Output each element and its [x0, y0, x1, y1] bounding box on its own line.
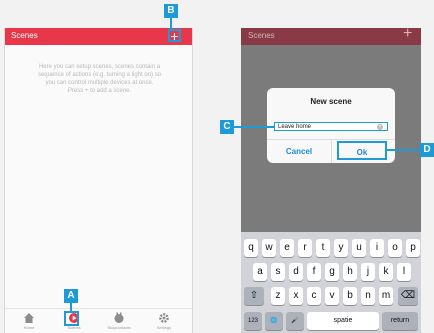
numbers-key[interactable]: 123: [244, 312, 262, 330]
key-f[interactable]: f: [307, 263, 321, 281]
key-y[interactable]: y: [334, 239, 348, 257]
add-scene-button[interactable]: +: [168, 28, 181, 44]
space-key[interactable]: spatie: [307, 312, 379, 330]
new-scene-dialog: New scene Leave home × Cancel Ok: [267, 88, 395, 163]
key-r[interactable]: r: [298, 239, 312, 257]
key-k[interactable]: k: [379, 263, 393, 281]
backspace-key[interactable]: ⌫: [398, 287, 418, 305]
clear-icon[interactable]: ×: [377, 124, 383, 130]
globe-icon[interactable]: 🌐: [265, 312, 283, 330]
page-title: Scenes: [248, 31, 275, 40]
key-v[interactable]: v: [325, 287, 339, 305]
scenes-tab-highlight: [64, 311, 79, 326]
plus-icon: +: [170, 28, 179, 44]
scenes-screen: Scenes + Here you can setup scenes, scen…: [4, 28, 193, 333]
callout-a: A: [64, 289, 78, 303]
key-q[interactable]: q: [244, 239, 258, 257]
tab-label: Settings: [156, 325, 172, 330]
keyboard: q w e r t y u i o p a s d f g h j k l ⇧ …: [241, 232, 421, 333]
new-scene-screen: Scenes + New scene Leave home × Cancel O…: [241, 28, 421, 333]
tab-stopcontacts[interactable]: Stopcontacts: [101, 312, 137, 330]
key-i[interactable]: i: [370, 239, 384, 257]
key-w[interactable]: w: [262, 239, 276, 257]
callout-c: C: [220, 120, 234, 134]
shift-key[interactable]: ⇧: [244, 287, 264, 305]
microphone-icon[interactable]: 🎤: [286, 312, 304, 330]
key-t[interactable]: t: [316, 239, 330, 257]
callout-c-line: [234, 126, 275, 128]
key-c[interactable]: c: [307, 287, 321, 305]
key-b[interactable]: b: [343, 287, 357, 305]
key-o[interactable]: o: [388, 239, 402, 257]
plus-icon[interactable]: +: [403, 28, 412, 43]
tab-settings[interactable]: Settings: [146, 312, 182, 330]
key-e[interactable]: e: [280, 239, 294, 257]
dialog-title: New scene: [310, 97, 352, 106]
key-d[interactable]: d: [289, 263, 303, 281]
return-key[interactable]: return: [382, 312, 418, 330]
input-value: Leave home: [278, 124, 312, 130]
key-j[interactable]: j: [361, 263, 375, 281]
key-s[interactable]: s: [271, 263, 285, 281]
callout-d: D: [420, 143, 434, 157]
key-z[interactable]: z: [271, 287, 285, 305]
key-n[interactable]: n: [361, 287, 375, 305]
divider: [331, 139, 332, 163]
home-icon: [24, 313, 34, 323]
key-x[interactable]: x: [289, 287, 303, 305]
scene-name-input[interactable]: Leave home ×: [274, 122, 388, 131]
key-l[interactable]: l: [397, 263, 411, 281]
key-g[interactable]: g: [325, 263, 339, 281]
cancel-button[interactable]: Cancel: [267, 140, 331, 163]
plug-icon: [114, 312, 124, 323]
top-bar: Scenes +: [241, 28, 421, 45]
callout-b-line: [170, 18, 172, 29]
callout-d-line: [387, 149, 420, 151]
ok-button[interactable]: Ok: [337, 141, 387, 160]
gear-icon: [159, 313, 169, 323]
key-u[interactable]: u: [352, 239, 366, 257]
callout-b: B: [164, 4, 178, 18]
tab-label: Home: [23, 325, 35, 330]
key-h[interactable]: h: [343, 263, 357, 281]
key-a[interactable]: a: [253, 263, 267, 281]
page-title: Scenes: [11, 31, 38, 40]
callout-a-line: [70, 303, 72, 312]
tab-bar: Home Scenes Stopcontacts Settings: [5, 308, 192, 333]
key-p[interactable]: p: [406, 239, 420, 257]
tab-home[interactable]: Home: [11, 312, 47, 330]
empty-state-description: Here you can setup scenes, scenes contai…: [37, 64, 162, 94]
key-m[interactable]: m: [379, 287, 393, 305]
tab-label: Stopcontacts: [107, 325, 131, 330]
top-bar: Scenes +: [5, 28, 192, 45]
